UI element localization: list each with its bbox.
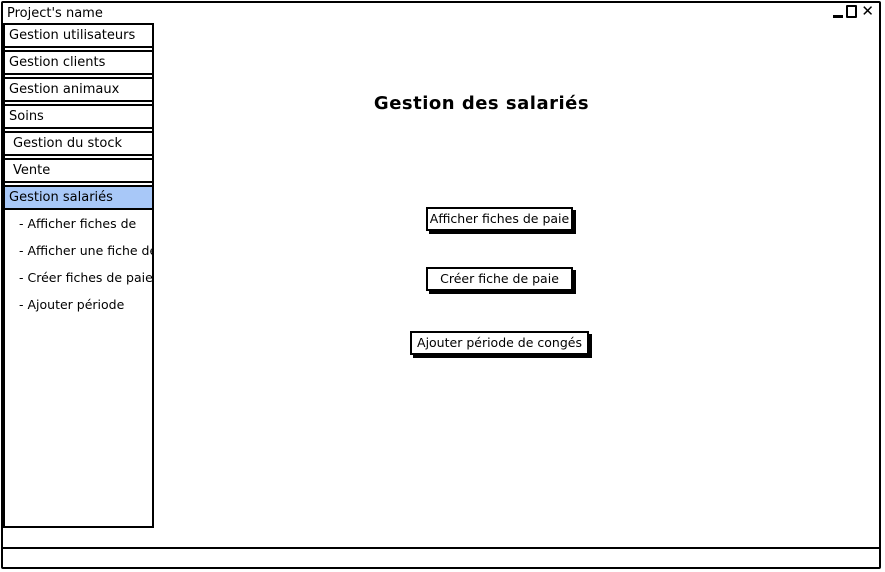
maximize-icon[interactable] [846,4,858,18]
creer-fiche-button[interactable]: Créer fiche de paie [426,267,573,291]
app-window: Project's name ✕ Gestion utilisateurs Ge… [1,1,881,569]
status-bar-divider [3,547,879,549]
sidebar-item-gestion-stock[interactable]: Gestion du stock [3,131,154,156]
afficher-fiches-button[interactable]: Afficher fiches de paie [426,207,573,231]
sidebar-item-vente[interactable]: Vente [3,158,154,183]
page-title: Gestion des salariés [373,93,590,114]
sidebar-item-gestion-utilisateurs[interactable]: Gestion utilisateurs [3,23,154,48]
minimize-icon[interactable] [833,14,844,18]
title-bar: Project's name ✕ [3,3,879,25]
sidebar-subitem-ajouter-periode[interactable]: - Ajouter période [5,291,152,318]
window-title: Project's name [7,6,103,21]
main-content: Gestion des salariés Afficher fiches de … [154,23,881,546]
sidebar-item-gestion-clients[interactable]: Gestion clients [3,50,154,75]
window-controls: ✕ [833,4,875,20]
sidebar: Gestion utilisateurs Gestion clients Ges… [3,23,154,528]
sidebar-item-gestion-animaux[interactable]: Gestion animaux [3,77,154,102]
sidebar-subitem-creer-fiches[interactable]: - Créer fiches de paie [5,264,152,291]
sidebar-item-gestion-salaries[interactable]: Gestion salariés [3,185,154,210]
ajouter-periode-button[interactable]: Ajouter période de congés [410,331,589,355]
sidebar-subitem-afficher-une-fiche[interactable]: - Afficher une fiche de [5,237,152,264]
sidebar-item-soins[interactable]: Soins [3,104,154,129]
close-icon[interactable]: ✕ [861,4,875,19]
sidebar-subitem-afficher-fiches[interactable]: - Afficher fiches de [5,210,152,237]
